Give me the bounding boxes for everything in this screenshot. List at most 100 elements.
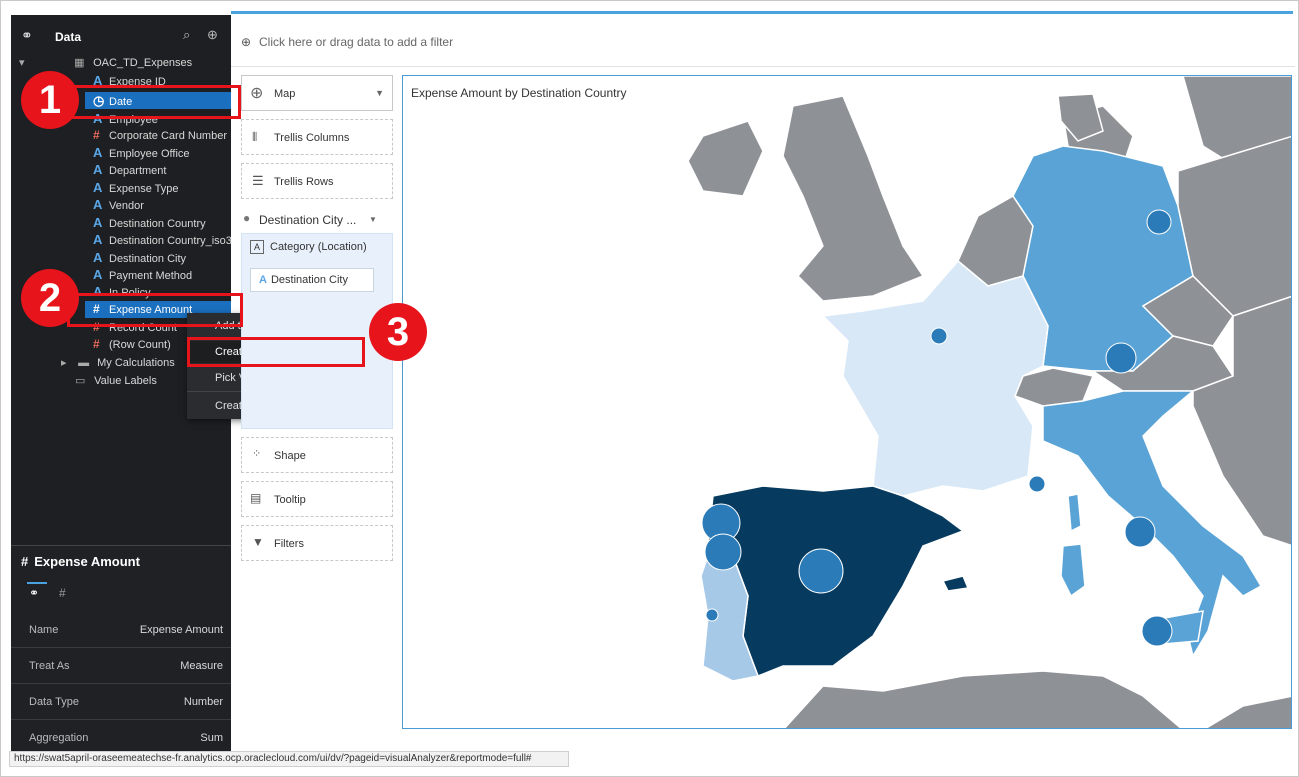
city-bubble-berlin[interactable] <box>1146 209 1172 235</box>
prop-data-type: Data Type Number <box>11 684 231 720</box>
dot-icon: ● <box>243 211 251 225</box>
country-eastern-africa[interactable] <box>1203 695 1292 729</box>
data-panel-header: ⚭ Data ⌕ ⊕ <box>11 27 231 51</box>
prop-value[interactable]: Measure <box>180 648 223 684</box>
chevron-down-icon: ▼ <box>375 88 384 98</box>
measure-icon: # <box>93 337 100 351</box>
attribute-icon: A <box>259 274 267 286</box>
folder-my-calculations[interactable]: ▸ ▬ My Calculations <box>61 355 175 372</box>
field-label: Expense Type <box>109 183 179 195</box>
table-icon: ▦ <box>74 57 85 69</box>
filters-dropzone[interactable]: ▼ Filters <box>241 525 393 561</box>
attribute-icon: A <box>93 180 103 195</box>
city-bubble-rome[interactable] <box>1124 516 1156 548</box>
category-label: Category (Location) <box>270 241 367 253</box>
number-format-tab-icon[interactable]: # <box>59 586 66 600</box>
tooltip-icon: ▤ <box>250 491 262 505</box>
shape-label: Shape <box>274 450 306 462</box>
tooltip-label: Tooltip <box>274 494 306 506</box>
city-bubble-lisbon[interactable] <box>705 608 719 622</box>
field-destination-country[interactable]: A Destination Country <box>85 214 231 231</box>
field-label: Employee Office <box>109 148 190 160</box>
category-icon: A <box>250 240 264 254</box>
attribute-icon: A <box>93 145 103 160</box>
city-bubble-madrid[interactable] <box>798 548 844 594</box>
tooltip-dropzone[interactable]: ▤ Tooltip <box>241 481 393 517</box>
dataset-icon[interactable]: ⚭ <box>21 27 33 44</box>
status-url: https://swat5april-oraseemeatechse-fr.an… <box>9 751 569 767</box>
field-expense-type[interactable]: A Expense Type <box>85 179 231 196</box>
field-label: Destination Country <box>109 218 206 230</box>
city-bubble-palermo[interactable] <box>1141 615 1173 647</box>
properties-title-text: Expense Amount <box>34 554 140 569</box>
viz-type-selector[interactable]: ⊕ Map ▼ <box>241 75 393 111</box>
globe-icon: ⊕ <box>250 85 264 102</box>
attribute-icon: A <box>93 162 103 177</box>
country-north-africa[interactable] <box>783 670 1183 729</box>
measure-icon: # <box>21 554 29 569</box>
field-label: Destination Country_iso3 <box>109 235 232 247</box>
prop-value[interactable]: Number <box>184 684 223 720</box>
country-balearics[interactable] <box>941 575 970 592</box>
step-badge-1: 1 <box>21 71 79 129</box>
properties-title: # Expense Amount <box>21 554 140 569</box>
trellis-rows-dropzone[interactable]: ☰ Trellis Rows <box>241 163 393 199</box>
attribute-icon: A <box>93 232 103 247</box>
prop-treat-as: Treat As Measure <box>11 648 231 684</box>
trellis-rows-label: Trellis Rows <box>274 176 334 188</box>
destination-city-label: Destination City <box>270 274 348 286</box>
city-bubble-munich[interactable] <box>1105 342 1137 374</box>
field-vendor[interactable]: A Vendor <box>85 196 231 213</box>
city-bubble-paris[interactable] <box>930 327 948 345</box>
field-corporate-card-number[interactable]: # Corporate Card Number <box>85 127 231 144</box>
country-ireland[interactable] <box>687 120 764 197</box>
filter-icon: ▼ <box>252 535 264 549</box>
country-sardinia[interactable] <box>1060 543 1086 598</box>
country-uk[interactable] <box>782 95 925 302</box>
accent-line <box>231 11 1293 14</box>
attribute-icon: A <box>93 197 103 212</box>
field-label: Department <box>109 165 167 177</box>
folder-label: Value Labels <box>94 375 157 387</box>
trellis-columns-dropzone[interactable]: ⦀ Trellis Columns <box>241 119 393 155</box>
europe-map[interactable] <box>403 76 1292 729</box>
columns-icon: ⦀ <box>252 130 258 144</box>
add-filter-icon: ⊕ <box>241 35 252 49</box>
highlight-box-create-best-visualization <box>187 337 365 367</box>
field-department[interactable]: A Department <box>85 161 231 178</box>
folder-value-labels[interactable]: ▭ Value Labels <box>75 373 157 390</box>
category-location-pill[interactable]: A Category (Location) <box>250 240 367 254</box>
add-icon[interactable]: ⊕ <box>207 27 218 43</box>
viz-type-label: Map <box>274 88 296 100</box>
destination-city-pill[interactable]: A Destination City <box>250 268 374 292</box>
shape-dropzone[interactable]: ⁘ Shape <box>241 437 393 473</box>
search-icon[interactable]: ⌕ <box>183 27 190 43</box>
filter-bar[interactable]: ⊕ Click here or drag data to add a filte… <box>231 15 1295 67</box>
data-panel-title: Data <box>55 30 82 44</box>
field-destination-city[interactable]: A Destination City <box>85 249 231 266</box>
country-denmark[interactable] <box>1057 93 1104 142</box>
country-corsica[interactable] <box>1067 493 1082 533</box>
field-label: Corporate Card Number <box>109 130 227 142</box>
prop-name: Name Expense Amount <box>11 612 231 648</box>
folder-icon: ▬ <box>78 357 90 369</box>
filters-label: Filters <box>274 538 304 550</box>
dataset-node[interactable]: ▾ ▦ OAC_TD_Expenses <box>19 55 192 72</box>
measure-icon: # <box>93 128 100 142</box>
field-payment-method[interactable]: A Payment Method <box>85 266 231 283</box>
prop-value[interactable]: Expense Amount <box>140 612 223 648</box>
field-destination-country-iso3[interactable]: A Destination Country_iso3 <box>85 231 232 248</box>
attribute-icon: A <box>93 250 103 265</box>
step-badge-3: 3 <box>369 303 427 361</box>
app-window: ⚭ Data ⌕ ⊕ ▾ ▦ OAC_TD_Expenses A Expense … <box>0 0 1299 777</box>
shape-icon: ⁘ <box>252 448 262 460</box>
attribute-icon: A <box>93 267 103 282</box>
field-employee-office[interactable]: A Employee Office <box>85 144 231 161</box>
destination-section[interactable]: ● Destination City ... ▼ <box>241 209 393 229</box>
rows-icon: ☰ <box>252 173 264 188</box>
general-tab-icon[interactable]: ⚭ <box>29 586 39 600</box>
city-bubble-coimbra[interactable] <box>704 533 742 571</box>
visualization-canvas[interactable]: Expense Amount by Destination Country <box>402 75 1292 729</box>
city-bubble-nice[interactable] <box>1028 475 1046 493</box>
field-label: Vendor <box>109 200 144 212</box>
